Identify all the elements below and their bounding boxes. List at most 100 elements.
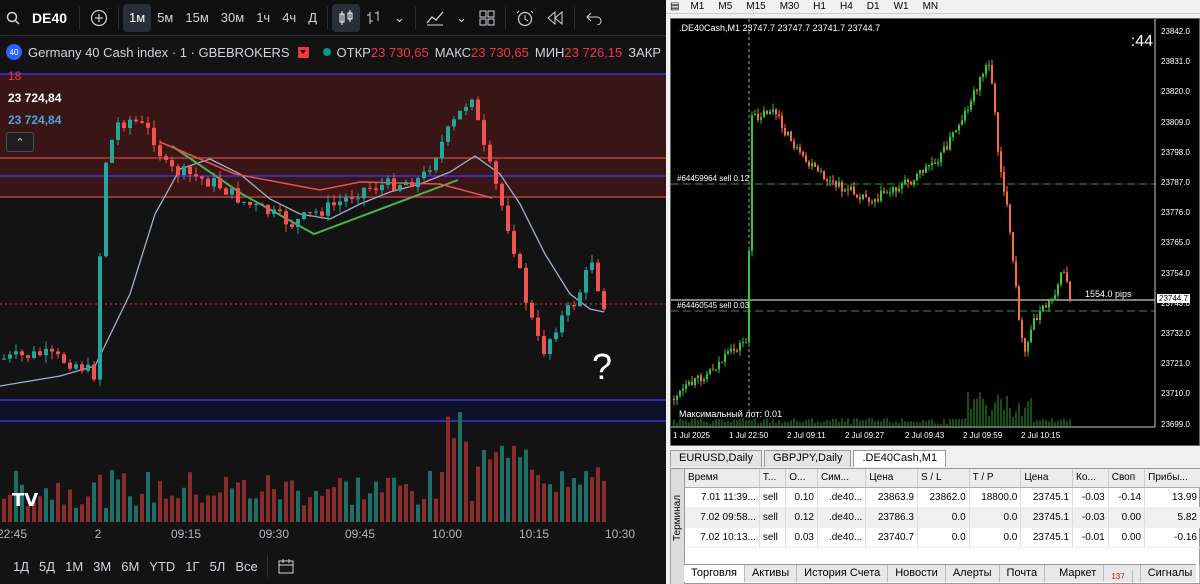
mt-candle-body	[928, 164, 930, 167]
column-header[interactable]: О...	[785, 469, 818, 488]
timeframe-button[interactable]: MN	[916, 0, 946, 13]
timeframe-button[interactable]: 5м	[151, 4, 179, 32]
mt-candle-body	[943, 146, 945, 153]
mt-chart-window[interactable]: .DE40Cash,M1 23747.7 23747.7 23741.7 237…	[670, 18, 1200, 446]
order-cell: -0.03	[1072, 487, 1109, 508]
column-header[interactable]: Сим...	[817, 469, 867, 488]
column-header[interactable]: S / L	[917, 469, 970, 488]
range-button[interactable]: 1Д	[8, 552, 34, 580]
tab-history[interactable]: История Счета	[797, 565, 889, 582]
candle-body	[596, 262, 600, 292]
candlestick-chart[interactable]	[0, 64, 666, 522]
timeframe-button[interactable]: H1	[806, 0, 833, 13]
range-button[interactable]: 5Д	[34, 552, 60, 580]
volume-bar	[146, 471, 150, 522]
volume-bar	[116, 479, 120, 522]
legend-title[interactable]: Germany 40 Cash index · 1 · GBEBROKERS	[28, 45, 290, 60]
column-header[interactable]: T / P	[969, 469, 1022, 488]
range-button[interactable]: 5Л	[205, 552, 231, 580]
volume-bar	[452, 438, 456, 522]
mt-candle-body	[697, 375, 699, 379]
column-header[interactable]: Цена	[1020, 469, 1074, 488]
timeframe-button[interactable]: 1м	[123, 3, 152, 32]
mt-toolbar-icon[interactable]: ▤	[666, 0, 683, 13]
volume-bar	[314, 490, 318, 522]
timeframe-button[interactable]: M30	[773, 0, 806, 13]
add-symbol-icon[interactable]	[84, 4, 114, 32]
indicators-icon[interactable]	[420, 4, 450, 32]
column-header[interactable]: Прибы...	[1144, 469, 1200, 488]
tab-news[interactable]: Новости	[888, 565, 946, 582]
chart-tab[interactable]: .DE40Cash,M1	[853, 450, 947, 467]
mt-candle-body	[1051, 300, 1053, 302]
favorite-icon[interactable]	[297, 46, 309, 58]
timeframe-button[interactable]: H4	[833, 0, 860, 13]
order-row[interactable]: 7.01 11:39... sell 0.10 .de40... 23863.9 2386…	[685, 487, 1200, 508]
tab-assets[interactable]: Активы	[745, 565, 798, 582]
order-row[interactable]: 7.02 10:13... sell 0.03 .de40... 23740.7 0.0 0…	[685, 527, 1200, 548]
timeframe-button[interactable]: 1ч	[250, 4, 276, 32]
column-header[interactable]: Ко...	[1072, 469, 1109, 488]
symbol-search[interactable]: DE40	[26, 10, 75, 26]
candles-icon[interactable]	[332, 3, 361, 32]
volume-bar	[368, 493, 372, 522]
divider	[79, 6, 81, 29]
order-label-1[interactable]: #64459964 sell 0.12	[677, 174, 749, 183]
range-button[interactable]: 6М	[116, 552, 144, 580]
column-header[interactable]: Время	[685, 469, 760, 488]
order-row[interactable]: 7.02 09:58... sell 0.12 .de40... 23786.3 0.0 0…	[685, 507, 1200, 528]
chevron-down-icon[interactable]: ⌄	[388, 4, 411, 32]
undo-icon[interactable]	[579, 4, 609, 32]
range-bar: 1Д 5Д 1М 3М 6М YTD 1Г 5Л Все	[0, 548, 666, 584]
candle-body	[410, 182, 414, 188]
layout-grid-icon[interactable]	[473, 4, 501, 32]
tab-trade[interactable]: Торговля	[684, 565, 745, 582]
timeframe-button[interactable]: W1	[887, 0, 916, 13]
tab-mail[interactable]: Почта	[1000, 565, 1046, 582]
timeframe-button[interactable]: M1	[683, 0, 711, 13]
alert-clock-icon[interactable]	[510, 4, 540, 32]
column-header[interactable]: Т...	[759, 469, 787, 488]
tab-signals[interactable]: Сигналы	[1141, 565, 1200, 582]
column-header[interactable]: Своп	[1108, 469, 1146, 488]
search-icon[interactable]	[0, 4, 26, 32]
price-tick: 23699.0	[1161, 419, 1190, 429]
order-label-2[interactable]: #64460545 sell 0.03	[677, 301, 749, 310]
mt-candle-body	[1036, 318, 1038, 321]
range-button[interactable]: YTD	[144, 552, 180, 580]
range-button[interactable]: 1Г	[180, 552, 204, 580]
column-header[interactable]: Цена	[865, 469, 918, 488]
timeframe-button[interactable]: M15	[739, 0, 772, 13]
tab-market-label: Маркет	[1052, 565, 1105, 581]
timeframe-button[interactable]: Д	[302, 4, 323, 32]
range-button[interactable]: Все	[230, 552, 262, 580]
timeframe-button[interactable]: 30м	[215, 4, 250, 32]
timeframe-button[interactable]: 15м	[179, 4, 214, 32]
collapse-legend-button[interactable]: ⌃	[6, 132, 34, 152]
candle-body	[326, 202, 330, 216]
chevron-down-icon[interactable]: ⌄	[450, 4, 473, 32]
mt-candle-body	[982, 73, 984, 77]
chart-tab[interactable]: EURUSD,Daily	[670, 450, 762, 467]
tab-alerts[interactable]: Алерты	[946, 565, 1000, 582]
replay-icon[interactable]	[540, 4, 570, 32]
volume-bar	[128, 496, 132, 522]
timeframe-button[interactable]: 4ч	[276, 4, 302, 32]
range-button[interactable]: 1М	[60, 552, 88, 580]
calendar-icon[interactable]	[272, 552, 300, 580]
timeframe-button[interactable]: M5	[711, 0, 739, 13]
timeframe-button[interactable]: D1	[860, 0, 887, 13]
price-tick: 23721.0	[1161, 359, 1190, 369]
divider	[504, 6, 506, 29]
mt-candle-body	[865, 194, 867, 198]
mt-candle-body	[787, 131, 789, 136]
bar-type-icon[interactable]	[360, 4, 388, 32]
chart-tab[interactable]: GBPJPY,Daily	[763, 450, 852, 467]
tab-market[interactable]: Маркет 137	[1045, 565, 1141, 584]
mt-candle-chart[interactable]	[671, 19, 1199, 445]
mt-candle-body	[811, 163, 813, 167]
tradingview-panel: DE40 1м 5м 15м 30м 1ч 4ч Д ⌄ ⌄ 40 German…	[0, 0, 666, 584]
range-button[interactable]: 3М	[88, 552, 116, 580]
mt-candle-body	[1033, 318, 1035, 330]
volume-bar	[140, 493, 144, 522]
